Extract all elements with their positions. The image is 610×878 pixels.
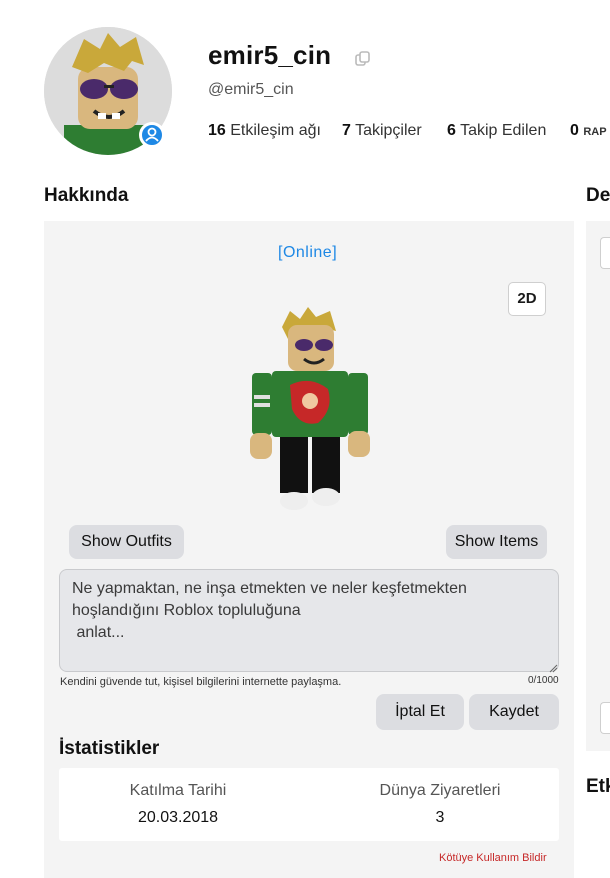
statistics-heading: İstatistikler <box>59 738 160 759</box>
copy-icon[interactable] <box>354 50 372 73</box>
right-panel-control[interactable] <box>600 702 610 734</box>
stat-connections[interactable]: 16 Etkileşim ağı <box>208 122 321 140</box>
right-section-heading: De <box>586 185 610 206</box>
about-heading: Hakkında <box>44 185 129 206</box>
stat-rap: 0 RAP <box>570 122 607 140</box>
stat-label: Etkileşim ağı <box>230 122 321 139</box>
stat-count: 0 <box>570 122 579 139</box>
char-count: 0/1000 <box>528 675 559 686</box>
stat-followers[interactable]: 7 Takipçiler <box>342 122 422 140</box>
avatar-body-image <box>238 305 378 525</box>
world-visits-label: Dünya Ziyaretleri <box>379 782 501 799</box>
show-outfits-button[interactable]: Show Outfits <box>69 525 184 559</box>
profile-handle: @emir5_cin <box>208 81 294 98</box>
online-status: [Online] <box>278 244 338 261</box>
join-date-label: Katılma Tarihi <box>129 782 227 799</box>
save-button[interactable]: Kaydet <box>469 694 559 730</box>
stat-following[interactable]: 6 Takip Edilen <box>447 122 546 140</box>
stat-count: 7 <box>342 122 351 139</box>
statistics-card: Katılma Tarihi 20.03.2018 Dünya Ziyaretl… <box>59 768 559 841</box>
world-visits-value: 3 <box>435 809 445 826</box>
profile-display-name: emir5_cin <box>208 40 332 70</box>
cancel-button[interactable]: İptal Et <box>376 694 464 730</box>
report-abuse-link[interactable]: Kötüye Kullanım Bildir <box>439 852 547 864</box>
user-badge-icon <box>139 122 165 148</box>
safety-note: Kendini güvende tut, kişisel bilgilerini… <box>60 676 342 688</box>
stat-label: RAP <box>583 126 607 138</box>
stat-count: 16 <box>208 122 226 139</box>
bio-input[interactable] <box>59 569 559 672</box>
stat-count: 6 <box>447 122 456 139</box>
view-2d-toggle-button[interactable]: 2D <box>508 282 546 316</box>
right-bottom-heading: Etk <box>586 776 610 797</box>
join-date-value: 20.03.2018 <box>137 809 219 826</box>
show-items-button[interactable]: Show Items <box>446 525 547 559</box>
right-panel-control[interactable] <box>600 237 610 269</box>
stat-label: Takipçiler <box>355 122 422 139</box>
right-panel <box>586 221 610 751</box>
stat-label: Takip Edilen <box>460 122 547 139</box>
